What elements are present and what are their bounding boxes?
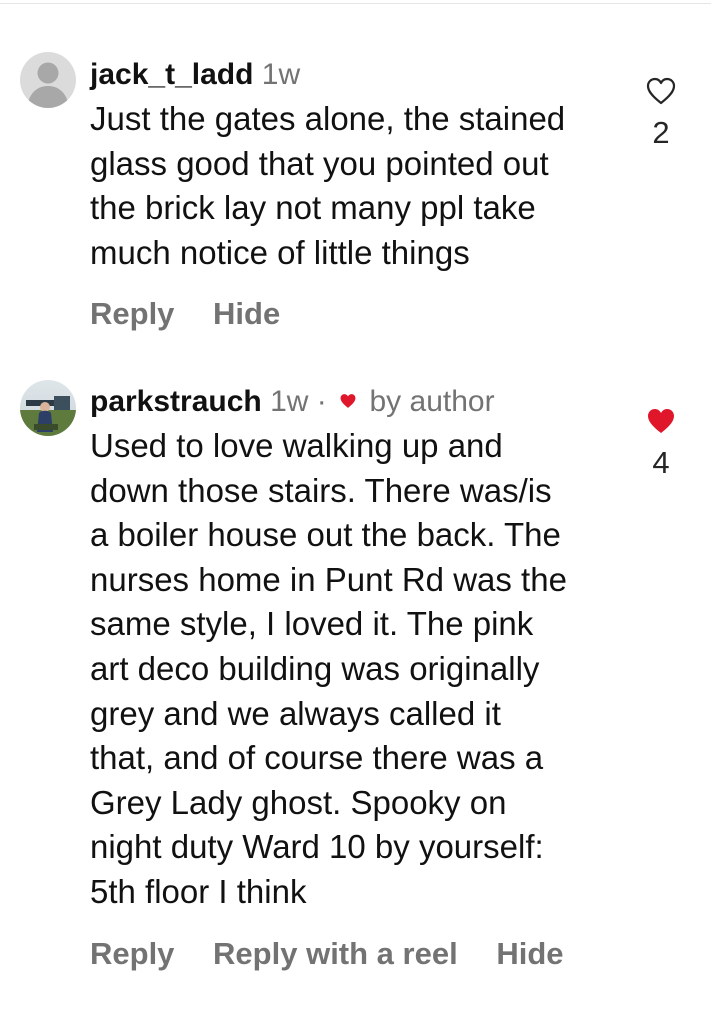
hide-button[interactable]: Hide bbox=[496, 936, 563, 971]
reply-button[interactable]: Reply bbox=[90, 296, 174, 331]
comment-text: Just the gates alone, the stained glass … bbox=[90, 100, 566, 271]
reply-with-reel-button[interactable]: Reply with a reel bbox=[213, 936, 458, 971]
comment-actions: Reply Reply with a reel Hide bbox=[90, 936, 630, 972]
liked-by-author-heart-icon bbox=[340, 394, 356, 408]
username[interactable]: jack_t_ladd bbox=[90, 58, 253, 91]
comment-time: 1w bbox=[261, 58, 301, 91]
comment-actions: Reply Hide bbox=[90, 296, 630, 332]
comment-meta: jack_t_ladd 1w bbox=[90, 55, 630, 95]
hide-button[interactable]: Hide bbox=[213, 296, 280, 331]
top-divider bbox=[0, 0, 711, 4]
avatar[interactable] bbox=[20, 52, 76, 108]
username[interactable]: parkstrauch bbox=[90, 385, 262, 418]
like-count: 4 bbox=[652, 445, 670, 480]
comment-time: 1w bbox=[270, 385, 309, 418]
like-count: 2 bbox=[652, 115, 670, 150]
comment-meta: parkstrauch 1w · by author bbox=[90, 382, 630, 422]
avatar[interactable] bbox=[20, 380, 76, 436]
like-heart-outline-icon[interactable] bbox=[646, 77, 676, 105]
liked-by-author-label: by author bbox=[369, 385, 495, 418]
comment-text: Used to love walking up and down those s… bbox=[90, 427, 567, 910]
separator-dot: · bbox=[316, 385, 327, 418]
like-heart-filled-icon[interactable] bbox=[646, 407, 676, 435]
reply-button[interactable]: Reply bbox=[90, 936, 174, 971]
default-avatar-icon bbox=[20, 52, 76, 108]
profile-photo bbox=[20, 380, 76, 436]
